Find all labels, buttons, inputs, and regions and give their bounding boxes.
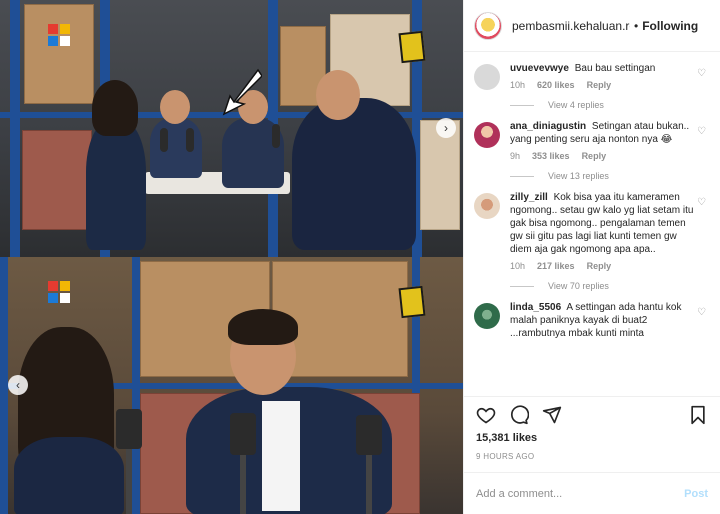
divider xyxy=(510,285,534,287)
reply-button[interactable]: Reply xyxy=(587,261,612,271)
shelf-post xyxy=(10,0,20,257)
comment-item: zilly_zill Kok bisa yaa itu kameramen ng… xyxy=(474,191,710,271)
likes-count[interactable]: 15,381 likes xyxy=(476,432,537,444)
yellow-sign xyxy=(398,285,426,319)
mic-stand xyxy=(366,455,372,514)
comment-likes[interactable]: 620 likes xyxy=(537,80,575,90)
view-replies-button[interactable]: View 13 replies xyxy=(510,171,710,181)
heart-icon[interactable] xyxy=(474,403,498,427)
comment-text: uvuevevwye Bau bau settingan xyxy=(510,62,694,75)
separator-dot: • xyxy=(634,18,639,33)
cardboard-box xyxy=(24,4,94,104)
post-button[interactable]: Post xyxy=(684,488,708,500)
divider xyxy=(510,104,534,106)
guest-large xyxy=(292,98,416,250)
comment-text: linda_5506 A settingan ada hantu kok mal… xyxy=(510,301,694,340)
comment-meta: 10h 217 likes Reply xyxy=(510,261,694,271)
comment-text: ana_diniagustin Setingan atau bukan.. ya… xyxy=(510,120,694,146)
comment-age[interactable]: 10h xyxy=(510,261,525,271)
video-frame-top: › xyxy=(0,0,463,257)
comment-age[interactable]: 9h xyxy=(510,151,520,161)
post-media[interactable]: › ‹ xyxy=(0,0,463,514)
view-replies-label: View 4 replies xyxy=(548,100,604,110)
host-man xyxy=(150,118,202,178)
host-woman xyxy=(14,437,124,514)
comment-username[interactable]: zilly_zill xyxy=(510,192,548,203)
microphone xyxy=(356,415,382,455)
heart-icon[interactable]: ♡ xyxy=(697,126,706,137)
comment-age[interactable]: 10h xyxy=(510,80,525,90)
post-actions xyxy=(464,396,720,432)
bookmark-icon[interactable] xyxy=(686,403,710,427)
comment-username[interactable]: uvuevevwye xyxy=(510,63,569,74)
heart-icon[interactable]: ♡ xyxy=(697,68,706,79)
view-replies-button[interactable]: View 70 replies xyxy=(510,281,710,291)
video-frame-bottom: ‹ xyxy=(0,257,463,514)
hair xyxy=(228,309,298,345)
comment-item: uvuevevwye Bau bau settingan 10h 620 lik… xyxy=(474,62,710,90)
microphone xyxy=(116,409,142,449)
view-replies-button[interactable]: View 4 replies xyxy=(510,100,710,110)
cardboard-box xyxy=(22,130,92,230)
post-header: pembasmii.kehaluan.re • Following xyxy=(464,0,720,52)
following-button[interactable]: Following xyxy=(642,19,698,33)
post-timestamp[interactable]: 9 HOURS AGO xyxy=(476,452,534,461)
host-woman xyxy=(86,120,146,250)
reply-button[interactable]: Reply xyxy=(582,151,607,161)
avatar[interactable] xyxy=(474,122,500,148)
hair xyxy=(92,80,138,136)
comment-item: ana_diniagustin Setingan atau bukan.. ya… xyxy=(474,120,710,161)
post-username[interactable]: pembasmii.kehaluan.re xyxy=(512,19,630,33)
comments-list[interactable]: uvuevevwye Bau bau settingan 10h 620 lik… xyxy=(464,52,720,396)
add-comment-bar: Post xyxy=(464,472,720,514)
paper-plane-icon[interactable] xyxy=(540,403,564,427)
comment-content: Bau bau settingan xyxy=(574,63,656,74)
chevron-right-icon[interactable]: › xyxy=(436,118,456,138)
channel-logo xyxy=(48,24,70,46)
avatar[interactable] xyxy=(474,303,500,329)
avatar[interactable] xyxy=(474,64,500,90)
heart-icon[interactable]: ♡ xyxy=(697,307,706,318)
comment-icon[interactable] xyxy=(507,403,531,427)
microphone xyxy=(272,124,280,148)
divider xyxy=(510,175,534,177)
head xyxy=(160,90,190,124)
microphone xyxy=(186,128,194,152)
mic-stand xyxy=(240,455,246,514)
comment-input[interactable] xyxy=(476,487,685,500)
heart-icon[interactable]: ♡ xyxy=(697,197,706,208)
channel-logo xyxy=(48,281,70,303)
microphone xyxy=(230,413,256,455)
white-shirt xyxy=(262,401,300,511)
comment-meta: 10h 620 likes Reply xyxy=(510,80,694,90)
comment-username[interactable]: linda_5506 xyxy=(510,302,561,313)
mic-stand xyxy=(126,449,132,514)
comment-likes[interactable]: 353 likes xyxy=(532,151,570,161)
avatar[interactable] xyxy=(474,11,502,40)
comment-text: zilly_zill Kok bisa yaa itu kameramen ng… xyxy=(510,191,694,256)
view-replies-label: View 70 replies xyxy=(548,281,609,291)
head xyxy=(316,70,360,120)
avatar[interactable] xyxy=(474,193,500,219)
comment-username[interactable]: ana_diniagustin xyxy=(510,121,586,132)
yellow-sign xyxy=(398,30,426,64)
comment-item: linda_5506 A settingan ada hantu kok mal… xyxy=(474,301,710,340)
microphone xyxy=(160,128,168,152)
arrow-marker-icon xyxy=(222,68,262,116)
chevron-left-icon[interactable]: ‹ xyxy=(8,375,28,395)
comment-meta: 9h 353 likes Reply xyxy=(510,151,694,161)
comment-likes[interactable]: 217 likes xyxy=(537,261,575,271)
view-replies-label: View 13 replies xyxy=(548,171,609,181)
post-side-panel: pembasmii.kehaluan.re • Following uvueve… xyxy=(463,0,720,514)
reply-button[interactable]: Reply xyxy=(587,80,612,90)
